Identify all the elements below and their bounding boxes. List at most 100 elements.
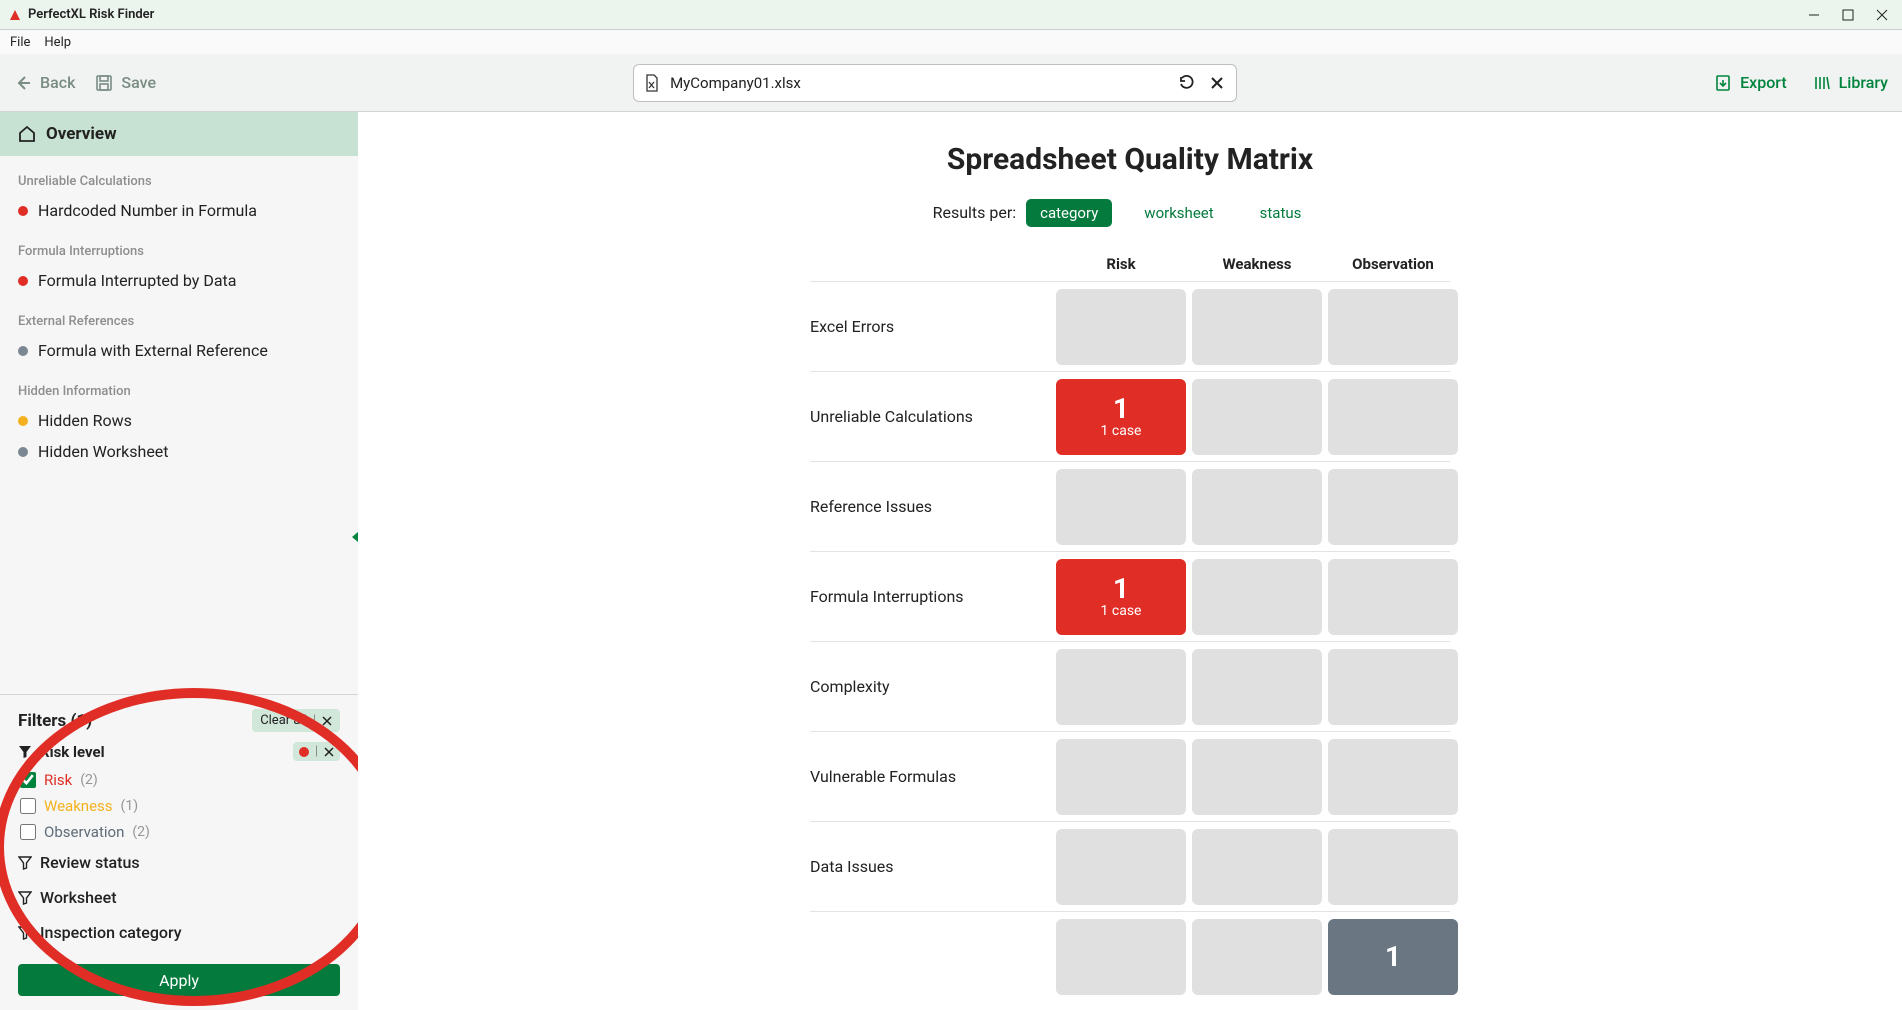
filter-outline-icon bbox=[18, 926, 32, 940]
matrix-cell[interactable] bbox=[1328, 289, 1458, 365]
nav-group-title: Unreliable Calculations bbox=[0, 156, 358, 195]
filter-checkbox-observation-input[interactable] bbox=[20, 824, 36, 840]
nav-item-external-reference[interactable]: Formula with External Reference bbox=[0, 335, 358, 366]
sidebar: Overview Unreliable Calculations Hardcod… bbox=[0, 112, 358, 1010]
matrix-row: Reference Issues bbox=[810, 461, 1450, 551]
matrix-cell[interactable] bbox=[1328, 829, 1458, 905]
matrix-cell[interactable]: 11 case bbox=[1056, 559, 1186, 635]
filter-checkbox-risk-input[interactable] bbox=[20, 772, 36, 788]
menu-help[interactable]: Help bbox=[44, 35, 71, 50]
nav-group-title: External References bbox=[0, 296, 358, 335]
matrix-row: Formula Interruptions 11 case bbox=[810, 551, 1450, 641]
menu-file[interactable]: File bbox=[10, 35, 30, 50]
matrix-cell[interactable] bbox=[1192, 559, 1322, 635]
observation-dot-icon bbox=[18, 447, 28, 457]
filter-checkbox-weakness-input[interactable] bbox=[20, 798, 36, 814]
results-per-row: Results per: category worksheet status bbox=[398, 199, 1862, 227]
export-button[interactable]: Export bbox=[1714, 73, 1787, 92]
filter-group-risk-level[interactable]: Risk level bbox=[18, 743, 105, 761]
overview-nav-item[interactable]: Overview bbox=[0, 112, 358, 156]
filters-title: Filters (1) bbox=[18, 711, 92, 731]
minimize-icon[interactable] bbox=[1808, 9, 1820, 21]
results-per-label: Results per: bbox=[933, 203, 1017, 222]
pill-worksheet[interactable]: worksheet bbox=[1130, 199, 1227, 227]
body: Overview Unreliable Calculations Hardcod… bbox=[0, 112, 1902, 1010]
maximize-icon[interactable] bbox=[1842, 9, 1854, 21]
matrix-cell[interactable] bbox=[1056, 289, 1186, 365]
save-disk-icon bbox=[95, 74, 113, 92]
app-title: PerfectXL Risk Finder bbox=[28, 7, 154, 22]
undo-refresh-icon[interactable] bbox=[1178, 74, 1196, 92]
clear-all-button[interactable]: Clear all | bbox=[252, 709, 340, 732]
filter-outline-icon bbox=[18, 891, 32, 905]
matrix-cell[interactable] bbox=[1328, 649, 1458, 725]
weakness-dot-icon bbox=[18, 416, 28, 426]
filter-checkbox-weakness[interactable]: Weakness (1) bbox=[18, 793, 340, 819]
matrix-cell[interactable]: 11 case bbox=[1056, 379, 1186, 455]
matrix-row-label: Reference Issues bbox=[810, 497, 1050, 516]
risk-dot-icon bbox=[18, 276, 28, 286]
matrix-cell[interactable] bbox=[1192, 649, 1322, 725]
matrix-row-label: Data Issues bbox=[810, 857, 1050, 876]
clear-risk-level-chip[interactable]: | bbox=[293, 742, 340, 761]
filter-group-inspection-category[interactable]: Inspection category bbox=[18, 915, 340, 950]
matrix-cell[interactable] bbox=[1056, 919, 1186, 995]
matrix-cell[interactable] bbox=[1328, 379, 1458, 455]
matrix-row: 1 bbox=[810, 911, 1450, 1001]
nav-item-formula-interrupted[interactable]: Formula Interrupted by Data bbox=[0, 265, 358, 296]
matrix-row: Data Issues bbox=[810, 821, 1450, 911]
matrix-cell[interactable] bbox=[1192, 919, 1322, 995]
matrix-row: Complexity bbox=[810, 641, 1450, 731]
close-window-icon[interactable] bbox=[1876, 9, 1888, 21]
matrix-row-label: Formula Interruptions bbox=[810, 587, 1050, 606]
nav-item-hardcoded-number[interactable]: Hardcoded Number in Formula bbox=[0, 195, 358, 226]
matrix-cell[interactable] bbox=[1192, 469, 1322, 545]
toolbar: Back Save MyCompany01.xlsx Export Librar… bbox=[0, 54, 1902, 112]
matrix-cell[interactable] bbox=[1328, 559, 1458, 635]
nav-item-hidden-rows[interactable]: Hidden Rows bbox=[0, 405, 358, 436]
matrix-cell[interactable] bbox=[1056, 829, 1186, 905]
x-icon bbox=[322, 716, 332, 726]
filter-group-review-status[interactable]: Review status bbox=[18, 845, 340, 880]
file-name: MyCompany01.xlsx bbox=[670, 74, 1168, 92]
col-header-observation: Observation bbox=[1328, 255, 1458, 273]
nav-group-title: Formula Interruptions bbox=[0, 226, 358, 265]
matrix-row: Unreliable Calculations 11 case bbox=[810, 371, 1450, 461]
pill-category[interactable]: category bbox=[1026, 199, 1112, 227]
close-file-icon[interactable] bbox=[1208, 74, 1226, 92]
matrix-cell[interactable] bbox=[1192, 829, 1322, 905]
matrix-cell[interactable] bbox=[1328, 739, 1458, 815]
filter-checkbox-observation[interactable]: Observation (2) bbox=[18, 819, 340, 845]
menubar: File Help bbox=[0, 30, 1902, 54]
filter-group-worksheet[interactable]: Worksheet bbox=[18, 880, 340, 915]
matrix-cell[interactable] bbox=[1056, 469, 1186, 545]
file-box: MyCompany01.xlsx bbox=[633, 64, 1237, 102]
matrix-row-label: Unreliable Calculations bbox=[810, 407, 1050, 426]
file-excel-icon bbox=[644, 74, 660, 92]
apply-filters-button[interactable]: Apply bbox=[18, 964, 340, 996]
risk-dot-icon bbox=[18, 206, 28, 216]
matrix-cell[interactable] bbox=[1328, 469, 1458, 545]
library-button[interactable]: Library bbox=[1813, 73, 1888, 92]
nav-group-title: Hidden Information bbox=[0, 366, 358, 405]
matrix-cell[interactable]: 1 bbox=[1328, 919, 1458, 995]
filter-outline-icon bbox=[18, 856, 32, 870]
matrix-cell[interactable] bbox=[1192, 379, 1322, 455]
matrix-row: Vulnerable Formulas bbox=[810, 731, 1450, 821]
pill-status[interactable]: status bbox=[1246, 199, 1316, 227]
window-controls bbox=[1808, 9, 1894, 21]
risk-dot-icon bbox=[299, 747, 309, 757]
matrix-cell[interactable] bbox=[1056, 649, 1186, 725]
filters-panel: Filters (1) Clear all | Risk level | bbox=[0, 694, 358, 1010]
quality-matrix: Risk Weakness Observation Excel ErrorsUn… bbox=[810, 255, 1450, 1001]
filter-checkbox-risk[interactable]: Risk (2) bbox=[18, 767, 340, 793]
back-button[interactable]: Back bbox=[14, 73, 75, 92]
matrix-cell[interactable] bbox=[1056, 739, 1186, 815]
nav-item-hidden-worksheet[interactable]: Hidden Worksheet bbox=[0, 436, 358, 467]
home-icon bbox=[18, 125, 36, 143]
matrix-cell[interactable] bbox=[1192, 289, 1322, 365]
save-button[interactable]: Save bbox=[95, 73, 156, 92]
matrix-row-label: Vulnerable Formulas bbox=[810, 767, 1050, 786]
matrix-row-label: Excel Errors bbox=[810, 317, 1050, 336]
matrix-cell[interactable] bbox=[1192, 739, 1322, 815]
